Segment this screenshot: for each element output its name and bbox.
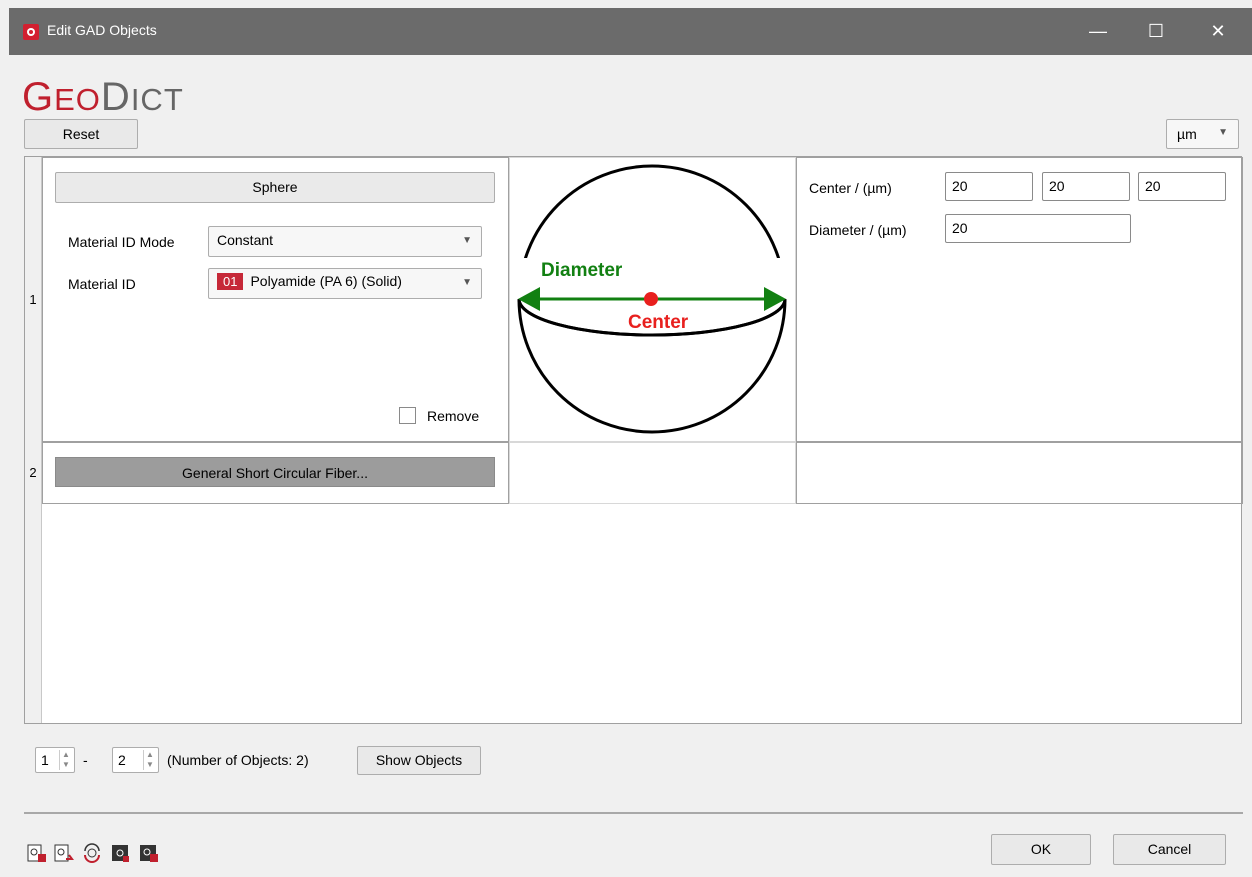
material-badge: 01 [217, 273, 244, 290]
object-parameters-cell: Center / (µm) 20 20 20 Diameter / (µm) 2… [796, 157, 1243, 442]
chevron-down-icon: ▼ [462, 235, 472, 246]
reset-button[interactable]: Reset [24, 119, 138, 149]
chevron-down-icon: ▼ [1218, 127, 1228, 138]
title-bar: Edit GAD Objects — ☐ ✕ [9, 8, 1252, 55]
objects-table: 1 Sphere Material ID Mode Constant ▼ Mat… [24, 156, 1243, 724]
dialog-body: GEODICT Reset µm ▼ 1 Sphere Material ID … [9, 55, 1252, 877]
diameter-label: Diameter [541, 260, 623, 281]
object-settings-cell-2: General Short Circular Fiber... [42, 442, 509, 504]
minimize-button[interactable]: — [1086, 20, 1110, 42]
center-y-input[interactable]: 20 [1042, 172, 1130, 201]
spin-arrows-icon[interactable]: ▲ ▼ [143, 750, 156, 770]
material-id-mode-dropdown[interactable]: Constant ▼ [208, 226, 482, 257]
material-id-dropdown[interactable]: 01 Polyamide (PA 6) (Solid) ▼ [208, 268, 482, 299]
diameter-param-label: Diameter / (µm) [809, 222, 907, 238]
chevron-down-icon: ▼ [462, 277, 472, 288]
material-id-value: Polyamide (PA 6) (Solid) [250, 273, 402, 289]
center-label: Center [628, 312, 689, 333]
material-id-label: Material ID [68, 276, 136, 292]
unit-dropdown[interactable]: µm ▼ [1166, 119, 1239, 149]
material-id-mode-value: Constant [217, 232, 274, 248]
row-number-2: 2 [25, 442, 42, 504]
close-button[interactable]: ✕ [1206, 20, 1230, 42]
range-from-spinbox[interactable]: 1 ▲ ▼ [35, 747, 75, 773]
center-param-label: Center / (µm) [809, 180, 892, 196]
geodict-logo: GEODICT [22, 75, 184, 119]
object-lock-icon[interactable] [27, 843, 47, 863]
sphere-diagram-cell: Diameter Center [509, 157, 796, 442]
row-header-empty [25, 504, 42, 723]
object-dark-icon[interactable] [111, 843, 131, 863]
object-count-text: (Number of Objects: 2) [167, 752, 309, 768]
diameter-input[interactable]: 20 [945, 214, 1131, 243]
cancel-button[interactable]: Cancel [1113, 834, 1226, 865]
footer-divider [24, 812, 1243, 814]
object-dark-lock-icon[interactable] [139, 843, 159, 863]
window-title: Edit GAD Objects [47, 22, 157, 38]
show-objects-button[interactable]: Show Objects [357, 746, 481, 775]
range-to-spinbox[interactable]: 2 ▲ ▼ [112, 747, 159, 773]
object-refresh-icon[interactable] [82, 843, 102, 863]
range-dash: - [83, 752, 88, 768]
object-settings-cell: Sphere Material ID Mode Constant ▼ Mater… [42, 157, 509, 442]
row-number-1: 1 [25, 157, 42, 442]
geodict-app-icon [23, 24, 39, 40]
diagram-cell-2 [509, 442, 796, 504]
remove-checkbox[interactable] [399, 407, 416, 424]
center-x-input[interactable]: 20 [945, 172, 1033, 201]
sphere-diagram: Diameter Center [516, 164, 789, 434]
object-export-icon[interactable] [54, 843, 74, 863]
object-type-button-2[interactable]: General Short Circular Fiber... [55, 457, 495, 487]
object-parameters-cell-2 [796, 442, 1243, 504]
object-type-button[interactable]: Sphere [55, 172, 495, 203]
ok-button[interactable]: OK [991, 834, 1091, 865]
maximize-button[interactable]: ☐ [1144, 20, 1168, 42]
center-z-input[interactable]: 20 [1138, 172, 1226, 201]
spin-arrows-icon[interactable]: ▲ ▼ [59, 750, 72, 770]
remove-label: Remove [427, 408, 480, 424]
unit-value: µm [1177, 126, 1197, 142]
material-id-mode-label: Material ID Mode [68, 234, 175, 250]
